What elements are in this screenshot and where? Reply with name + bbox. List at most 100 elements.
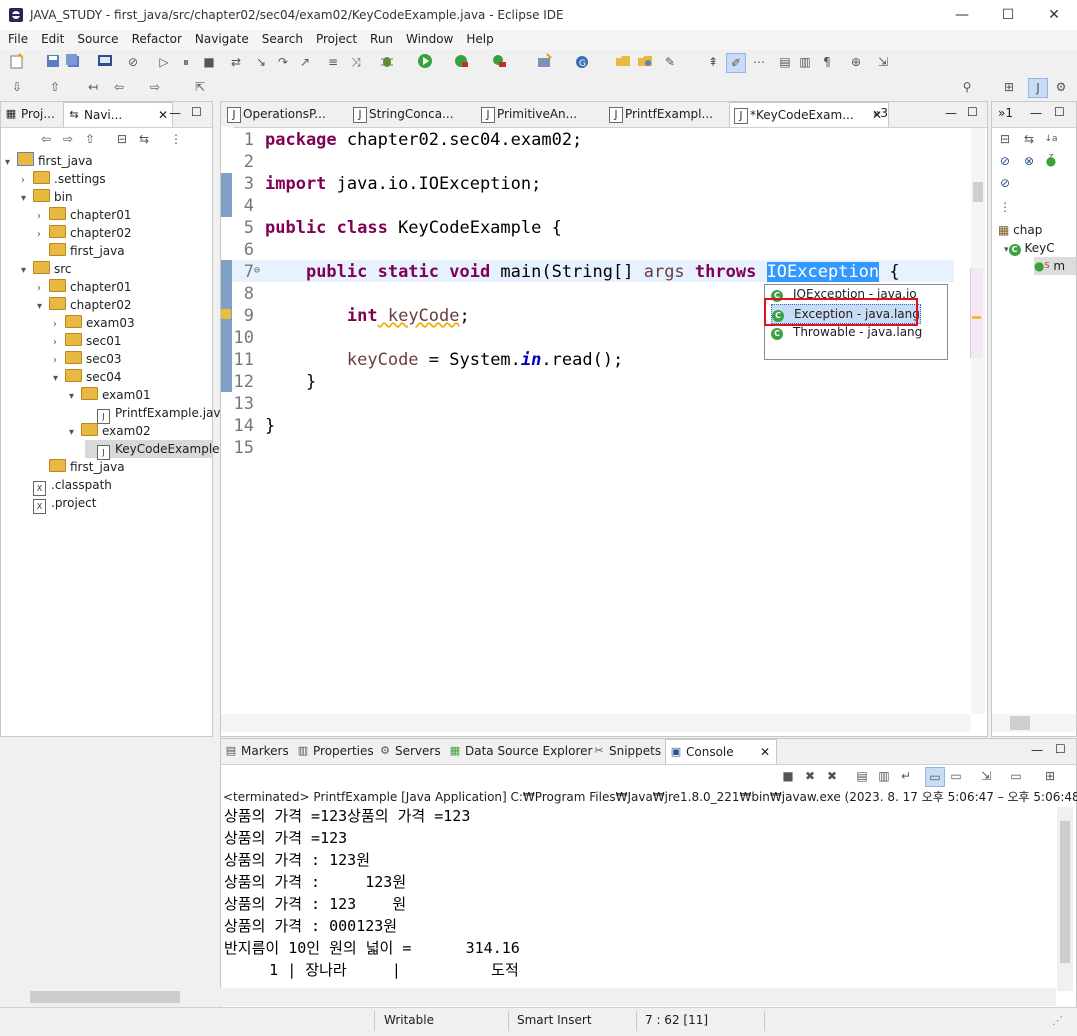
show-stdout-icon[interactable]: ▭	[925, 767, 945, 787]
menu-project[interactable]: Project	[308, 30, 362, 46]
menu-window[interactable]: Window	[398, 30, 458, 46]
open-type-icon[interactable]	[614, 53, 632, 71]
last-edit-location-icon[interactable]: ↤	[84, 78, 102, 96]
scroll-thumb[interactable]	[30, 991, 180, 1003]
step-over-icon[interactable]: ↷	[274, 53, 292, 71]
new-icon[interactable]	[8, 53, 26, 71]
tab-printfexample[interactable]: J PrintfExampl...	[605, 102, 743, 126]
tree-item[interactable]: first_java	[37, 242, 125, 260]
maximize-view-icon[interactable]: ☐	[191, 105, 202, 119]
show-stderr-icon[interactable]: ▭	[947, 767, 965, 785]
view-menu-icon[interactable]: ⋮	[996, 198, 1014, 216]
new-class-icon[interactable]: G	[573, 53, 591, 71]
open-console-icon[interactable]: ⊞	[1041, 767, 1059, 785]
save-all-icon[interactable]	[64, 53, 82, 71]
hide-fields-icon[interactable]: ⊘	[996, 152, 1014, 170]
back-icon[interactable]: ⇦	[110, 78, 128, 96]
tab-overflow[interactable]: »3	[873, 106, 888, 120]
outline-item[interactable]: ▦ chap	[998, 221, 1042, 239]
chevron-down-icon[interactable]: ▾	[21, 190, 33, 208]
view-menu-icon[interactable]: ⋮	[167, 130, 185, 148]
tree-item[interactable]: › .settings	[21, 170, 106, 188]
navigator-hscrollbar[interactable]	[0, 988, 211, 1006]
tree-item[interactable]: ▾ chapter02	[37, 296, 131, 314]
save-icon[interactable]	[44, 53, 62, 71]
scroll-thumb[interactable]	[1060, 821, 1070, 963]
coverage-icon[interactable]	[452, 53, 470, 71]
minimize-view-icon[interactable]: —	[169, 106, 181, 120]
console-vscrollbar[interactable]	[1057, 807, 1073, 991]
terminal-icon[interactable]	[96, 53, 114, 71]
scroll-thumb[interactable]	[1010, 716, 1030, 730]
editor-vscrollbar[interactable]	[971, 128, 985, 714]
next-annotation-icon[interactable]: ⇩	[8, 78, 26, 96]
link-editor-icon[interactable]: ⇆	[135, 130, 153, 148]
pin-editor-icon[interactable]: ⇱	[191, 78, 209, 96]
display-console-icon[interactable]: ▭	[1007, 767, 1025, 785]
menu-refactor[interactable]: Refactor	[124, 30, 187, 46]
mark-occurrences-icon[interactable]: ✐	[726, 53, 746, 73]
clear-console-icon[interactable]: ▤	[853, 767, 871, 785]
up-icon[interactable]: ⇧	[81, 130, 99, 148]
pin-console-icon[interactable]: ⇲	[977, 767, 995, 785]
tab-overflow[interactable]: »1	[998, 106, 1013, 120]
debug-icon[interactable]	[378, 53, 396, 71]
scroll-thumb[interactable]	[973, 182, 983, 202]
tree-item[interactable]: ▾ bin	[21, 188, 73, 206]
minimize-view-icon[interactable]: —	[1030, 106, 1042, 120]
search-icon[interactable]: ⚲	[958, 78, 976, 96]
tree-item[interactable]: first_java	[37, 458, 125, 476]
forward-icon[interactable]: ⇨	[146, 78, 164, 96]
previous-annotation-icon[interactable]: ⇧	[46, 78, 64, 96]
outline-item-selected[interactable]: ●S m	[1034, 257, 1076, 275]
java-perspective-icon[interactable]: J	[1028, 78, 1048, 98]
tree-item[interactable]: X .project	[21, 494, 96, 514]
use-step-filters-icon[interactable]: ≡	[324, 53, 342, 71]
tree-item[interactable]: ▾ exam02	[69, 422, 151, 440]
chevron-down-icon[interactable]: ▾	[53, 370, 65, 388]
toggle-breakpoint-icon[interactable]: ⤨	[347, 53, 365, 71]
tree-item[interactable]: › sec03	[53, 350, 122, 368]
maximize-view-icon[interactable]: ☐	[967, 105, 978, 119]
skip-breakpoints-icon[interactable]: ⊘	[124, 53, 142, 71]
new-java-project-icon[interactable]	[535, 53, 553, 71]
menu-file[interactable]: File	[0, 30, 33, 46]
tree-item[interactable]: › chapter02	[37, 224, 131, 242]
suspend-icon[interactable]: ⏸	[177, 53, 195, 71]
resume-icon[interactable]: ▷	[155, 53, 173, 71]
tree-item[interactable]: ▾ first_java	[5, 152, 93, 170]
collapse-all-icon[interactable]: ⊟	[996, 130, 1014, 148]
tab-keycodeexample[interactable]: J *KeyCodeExam... ✕	[729, 102, 889, 127]
tab-primitive[interactable]: J PrimitiveAn...	[477, 102, 615, 126]
debug-perspective-icon[interactable]: ⚙	[1052, 78, 1070, 96]
step-into-icon[interactable]: ↘	[252, 53, 270, 71]
remove-all-icon[interactable]: ✖	[823, 767, 841, 785]
tree-item[interactable]: J PrintfExample.java	[85, 404, 228, 424]
chevron-down-icon[interactable]: ▾	[5, 154, 17, 172]
menu-help[interactable]: Help	[458, 30, 498, 46]
tab-data-source-explorer[interactable]: ▦ Data Source Explorer	[445, 739, 607, 763]
collapse-all-icon[interactable]: ⊟	[113, 130, 131, 148]
outline-item[interactable]: ▾ C KeyC	[1004, 239, 1055, 257]
tree-item[interactable]: J KeyCodeExample.ja	[85, 440, 234, 460]
terminate-icon[interactable]: ■	[779, 767, 797, 785]
close-icon[interactable]: ✕	[158, 103, 168, 127]
open-task-icon[interactable]	[636, 53, 654, 71]
menu-search[interactable]: Search	[254, 30, 308, 46]
back-icon[interactable]: ⇦	[37, 130, 55, 148]
hide-nonpublic-icon[interactable]: ●	[1042, 152, 1060, 170]
close-icon[interactable]: ✕	[760, 740, 770, 764]
editor-hscrollbar[interactable]	[221, 714, 971, 732]
chevron-down-icon[interactable]: ▾	[69, 388, 81, 406]
tree-item[interactable]: ▾ src	[21, 260, 72, 278]
tab-operations[interactable]: J OperationsP...	[223, 102, 361, 126]
step-return-icon[interactable]: ↗	[296, 53, 314, 71]
minimize-view-icon[interactable]: —	[945, 106, 957, 120]
menu-source[interactable]: Source	[69, 30, 123, 46]
tree-item[interactable]: › exam03	[53, 314, 135, 332]
tree-item[interactable]: › chapter01	[37, 206, 131, 224]
fold-icon[interactable]: ⊖	[254, 265, 260, 276]
search-tool-icon[interactable]: ✎	[661, 53, 679, 71]
chevron-down-icon[interactable]: ▾	[69, 424, 81, 442]
disconnect-icon[interactable]: ⇄	[227, 53, 245, 71]
